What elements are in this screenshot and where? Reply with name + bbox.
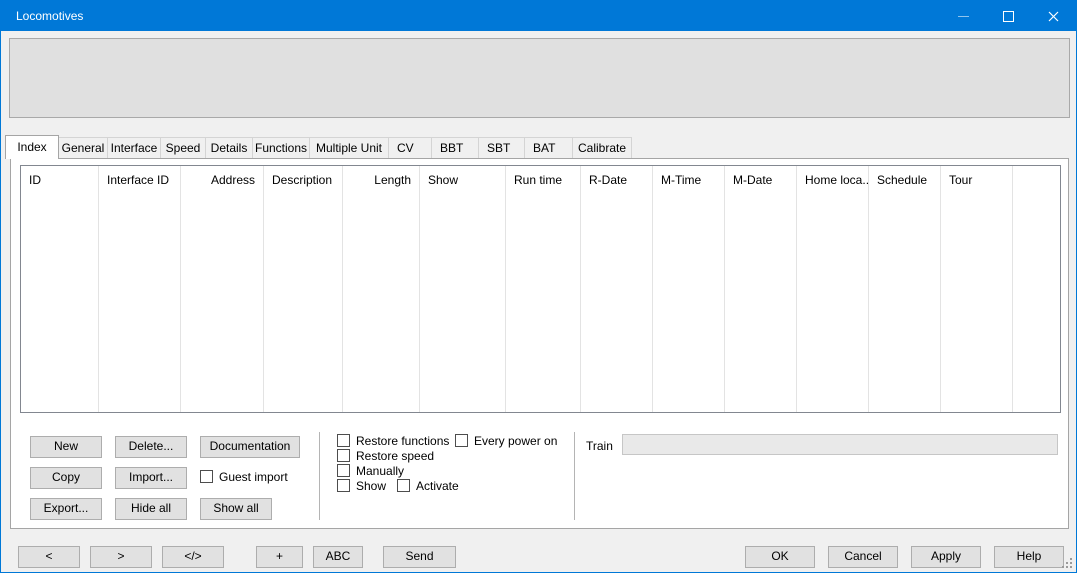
close-icon: [1048, 11, 1059, 22]
documentation-button[interactable]: Documentation: [200, 436, 300, 458]
help-button[interactable]: Help: [994, 546, 1064, 568]
tab-strip: IndexGeneralInterfaceSpeedDetailsFunctio…: [5, 137, 631, 159]
resize-grip[interactable]: [1061, 557, 1072, 568]
column-header-m-date[interactable]: M-Date: [725, 166, 797, 412]
restore-functions-label: Restore functions: [356, 434, 449, 448]
restore-speed-checkbox[interactable]: [337, 449, 350, 462]
maximize-button[interactable]: [986, 1, 1031, 31]
prev-button[interactable]: <: [18, 546, 80, 568]
restore-options-group: Restore functions Every power on Restore…: [337, 434, 577, 494]
column-header-schedule[interactable]: Schedule: [869, 166, 941, 412]
close-button[interactable]: [1031, 1, 1076, 31]
tab-cv[interactable]: CV: [388, 137, 432, 158]
tab-details[interactable]: Details: [205, 137, 253, 158]
hide-all-button[interactable]: Hide all: [115, 498, 187, 520]
title-bar: Locomotives: [1, 1, 1076, 31]
tab-interface[interactable]: Interface: [107, 137, 161, 158]
train-label: Train: [586, 439, 613, 453]
column-header-run-time[interactable]: Run time: [506, 166, 581, 412]
send-button[interactable]: Send: [383, 546, 456, 568]
ok-button[interactable]: OK: [745, 546, 815, 568]
tab-index[interactable]: Index: [5, 135, 59, 159]
next-button[interactable]: >: [90, 546, 152, 568]
add-button[interactable]: +: [256, 546, 303, 568]
column-header-length[interactable]: Length: [343, 166, 420, 412]
index-tab-page: IDInterface IDAddressDescriptionLengthSh…: [10, 158, 1069, 529]
tab-multiple-unit[interactable]: Multiple Unit: [309, 137, 389, 158]
copy-button[interactable]: Copy: [30, 467, 102, 489]
apply-button[interactable]: Apply: [911, 546, 981, 568]
tab-sbt[interactable]: SBT: [478, 137, 525, 158]
column-header-show[interactable]: Show: [420, 166, 506, 412]
column-filler: [1013, 166, 1060, 412]
column-header-description[interactable]: Description: [264, 166, 343, 412]
tab-calibrate[interactable]: Calibrate: [572, 137, 632, 158]
cancel-button[interactable]: Cancel: [828, 546, 898, 568]
window-controls: [941, 1, 1076, 31]
every-power-on-label: Every power on: [474, 434, 557, 448]
delete-button[interactable]: Delete...: [115, 436, 187, 458]
new-button[interactable]: New: [30, 436, 102, 458]
guest-import-label: Guest import: [219, 470, 288, 484]
locomotives-dialog: Locomotives IndexGeneralInterfaceSpeedDe…: [0, 0, 1077, 573]
guest-import-checkbox[interactable]: [200, 470, 213, 483]
top-info-panel: [9, 38, 1070, 118]
abc-button[interactable]: ABC: [313, 546, 363, 568]
restore-functions-checkbox[interactable]: [337, 434, 350, 447]
show-label: Show: [356, 479, 386, 493]
train-field: [622, 434, 1058, 455]
column-header-r-date[interactable]: R-Date: [581, 166, 653, 412]
tab-general[interactable]: General: [58, 137, 108, 158]
column-header-id[interactable]: ID: [21, 166, 99, 412]
tab-bat[interactable]: BAT: [524, 137, 573, 158]
tab-functions[interactable]: Functions: [252, 137, 310, 158]
column-header-interface-id[interactable]: Interface ID: [99, 166, 181, 412]
code-button[interactable]: </>: [162, 546, 224, 568]
show-checkbox[interactable]: [337, 479, 350, 492]
tab-bbt[interactable]: BBT: [431, 137, 479, 158]
export-button[interactable]: Export...: [30, 498, 102, 520]
separator: [319, 432, 320, 520]
manually-label: Manually: [356, 464, 404, 478]
column-header-tour[interactable]: Tour: [941, 166, 1013, 412]
import-button[interactable]: Import...: [115, 467, 187, 489]
every-power-on-checkbox[interactable]: [455, 434, 468, 447]
show-all-button[interactable]: Show all: [200, 498, 272, 520]
column-header-home-loca[interactable]: Home loca...: [797, 166, 869, 412]
dialog-button-group: OK Cancel Apply Help: [745, 546, 1064, 568]
maximize-icon: [1003, 11, 1014, 22]
restore-speed-label: Restore speed: [356, 449, 434, 463]
minimize-icon: [958, 16, 969, 17]
tab-speed[interactable]: Speed: [160, 137, 206, 158]
activate-checkbox[interactable]: [397, 479, 410, 492]
column-header-m-time[interactable]: M-Time: [653, 166, 725, 412]
locomotive-list[interactable]: IDInterface IDAddressDescriptionLengthSh…: [20, 165, 1061, 413]
window-title: Locomotives: [1, 9, 83, 23]
minimize-button: [941, 1, 986, 31]
navigation-button-group: < > </> + ABC Send: [18, 546, 456, 568]
column-header-address[interactable]: Address: [181, 166, 264, 412]
activate-label: Activate: [416, 479, 459, 493]
manually-checkbox[interactable]: [337, 464, 350, 477]
